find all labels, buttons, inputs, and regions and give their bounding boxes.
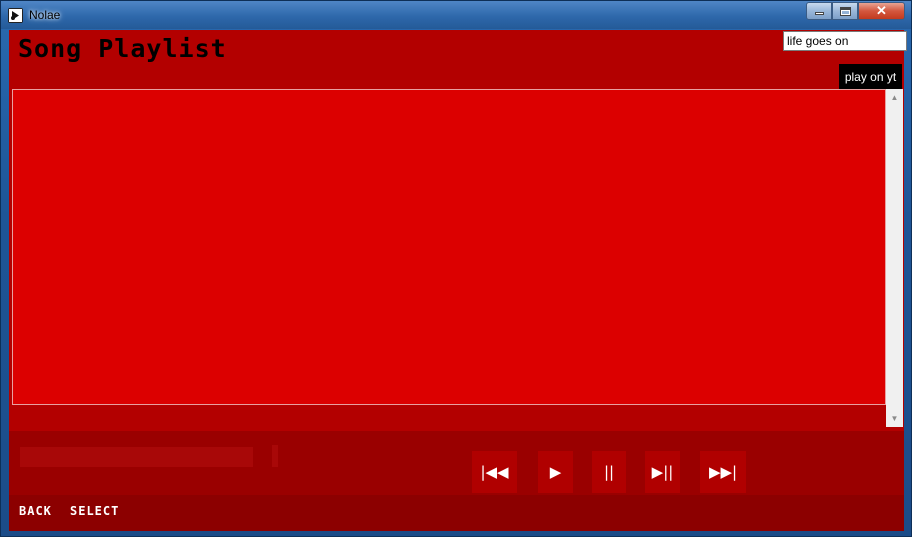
close-icon: ✕ bbox=[876, 3, 887, 18]
minimize-icon bbox=[814, 12, 824, 15]
play-button[interactable]: ▶ bbox=[538, 451, 573, 493]
play-on-yt-button[interactable]: play on yt bbox=[839, 64, 902, 89]
page-title: Song Playlist bbox=[18, 34, 227, 63]
maximize-icon bbox=[839, 6, 851, 16]
play-pause-button[interactable]: ▶|| bbox=[645, 451, 680, 493]
progress-bar[interactable] bbox=[20, 447, 253, 467]
main-panel: Song Playlist play on yt ▲ ▼ |◀◀ ▶ || ▶|… bbox=[9, 30, 907, 531]
close-button[interactable]: ✕ bbox=[858, 2, 905, 20]
app-window: Nolae ✕ Song Playlist play on yt ▲ ▼ |◀◀ bbox=[0, 0, 912, 537]
maximize-button[interactable] bbox=[832, 2, 858, 20]
playlist-scrollbar[interactable]: ▲ ▼ bbox=[886, 89, 903, 427]
footer-bar: BACK SELECT bbox=[9, 495, 904, 531]
title-bar[interactable]: Nolae ✕ bbox=[1, 1, 911, 29]
window-controls: ✕ bbox=[806, 2, 905, 20]
next-button[interactable]: ▶▶| bbox=[700, 451, 746, 493]
window-title: Nolae bbox=[29, 8, 61, 22]
select-button[interactable]: SELECT bbox=[70, 504, 119, 518]
pause-button[interactable]: || bbox=[592, 451, 626, 493]
scroll-down-icon[interactable]: ▼ bbox=[886, 410, 903, 427]
player-controls: |◀◀ ▶ || ▶|| ▶▶| bbox=[9, 431, 904, 495]
app-logo-icon bbox=[8, 8, 23, 23]
playlist-list[interactable] bbox=[12, 89, 886, 405]
previous-button[interactable]: |◀◀ bbox=[472, 451, 517, 493]
minimize-button[interactable] bbox=[806, 2, 832, 20]
search-input[interactable] bbox=[783, 31, 907, 51]
scroll-up-icon[interactable]: ▲ bbox=[886, 89, 903, 106]
volume-slider[interactable] bbox=[272, 445, 278, 467]
back-button[interactable]: BACK bbox=[19, 504, 52, 518]
